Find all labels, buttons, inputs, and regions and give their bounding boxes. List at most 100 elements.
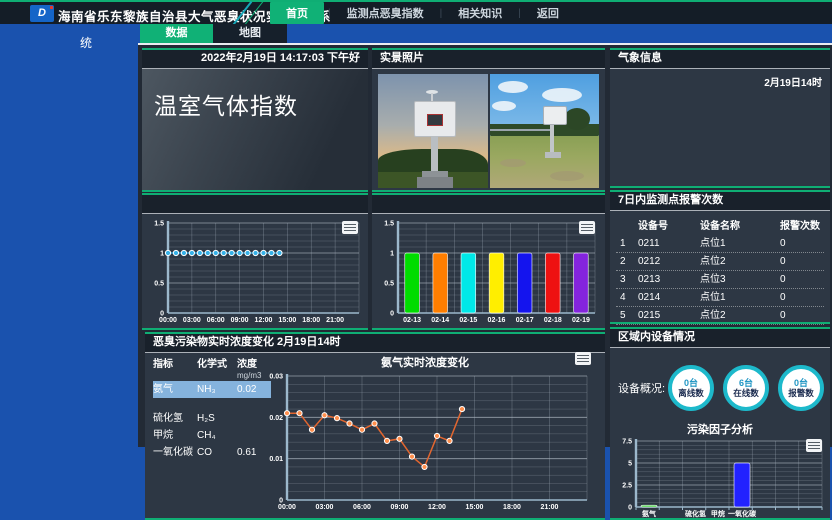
alarm-count-label: 报警数 <box>788 388 814 398</box>
svg-text:00:00: 00:00 <box>159 317 177 324</box>
svg-text:06:00: 06:00 <box>207 317 225 324</box>
svg-text:1: 1 <box>390 251 394 258</box>
weather-title: 气象信息 <box>610 50 830 69</box>
svg-text:0: 0 <box>390 311 394 318</box>
row-index: 2 <box>616 253 638 270</box>
svg-text:5: 5 <box>628 461 632 468</box>
tab-bar: 数据 地图 <box>138 24 832 43</box>
svg-text:7.5: 7.5 <box>622 439 632 446</box>
photo1-concrete-block <box>417 177 453 188</box>
devices-title: 区域内设备情况 <box>610 329 830 348</box>
pollutant-formula: H₂S <box>197 410 237 427</box>
svg-text:03:00: 03:00 <box>183 317 201 324</box>
unit-row: mg/m3 <box>153 371 271 381</box>
panel-weather: 气象信息 2月19日14时 <box>610 48 830 188</box>
left-sidebar: 统 <box>0 24 138 520</box>
pollutant-row[interactable]: 甲烷CH₄ <box>153 427 271 444</box>
panel-pollutants: 恶臭污染物实时浓度变化 2月19日14时 指标化学式浓度mg/m3氨气NH₃0.… <box>145 332 605 520</box>
nav-item-odor-index[interactable]: 监测点恶臭指数 <box>335 2 436 24</box>
photo-container <box>378 74 599 188</box>
svg-text:12:00: 12:00 <box>428 504 446 511</box>
device-name: 点位3 <box>700 271 780 288</box>
alarms-col-device-name: 设备名称 <box>700 218 780 235</box>
alarms-col-index <box>616 218 638 235</box>
chart-menu-icon[interactable] <box>342 221 358 234</box>
photo2-cloud <box>498 81 528 93</box>
device-id: 0211 <box>638 235 700 252</box>
weather-time: 2月19日14时 <box>764 74 822 89</box>
svg-text:02-13: 02-13 <box>403 317 421 324</box>
tab-data[interactable]: 数据 <box>140 24 213 43</box>
alarms-col-count: 报警次数 <box>780 218 820 235</box>
svg-text:09:00: 09:00 <box>391 504 409 511</box>
nav-separator: | <box>440 8 443 19</box>
svg-text:02-18: 02-18 <box>544 317 562 324</box>
online-count-circle: 6台 在线数 <box>723 365 769 411</box>
svg-text:0.01: 0.01 <box>269 456 283 463</box>
device-overview-label: 设备概况: <box>618 380 668 396</box>
pollution-factor-chart: 02.557.5氨气硫化氢甲烷一氧化碳 <box>612 437 828 520</box>
nav-separator: | <box>518 8 521 19</box>
nav-item-knowledge[interactable]: 相关知识 <box>446 2 514 24</box>
daily-chart-header <box>372 195 605 214</box>
svg-text:0.03: 0.03 <box>269 374 283 381</box>
alarm-table-row: 40214点位10 <box>616 289 824 307</box>
row-index: 5 <box>616 307 638 324</box>
device-id: 0213 <box>638 271 700 288</box>
pollutant-name: 一氧化碳 <box>153 444 197 461</box>
logo-red-dot <box>50 6 53 9</box>
svg-text:1.5: 1.5 <box>154 221 164 228</box>
svg-text:0.02: 0.02 <box>269 415 283 422</box>
alarm-table-row: 10211点位10 <box>616 235 824 253</box>
app-logo[interactable]: D <box>30 5 54 22</box>
device-name: 点位1 <box>700 289 780 306</box>
panel-devices: 区域内设备情况 设备概况: 0台 离线数 6台 在线数 0台 报警数 污染因子分… <box>610 327 830 520</box>
pollutants-header-row: 指标化学式浓度 <box>153 358 271 371</box>
nav-item-back[interactable]: 返回 <box>525 2 571 24</box>
hourly-odor-index-chart: 00.511.500:0003:0006:0009:0012:0015:0018… <box>144 215 366 334</box>
photo2-cloud <box>542 88 582 102</box>
svg-text:21:00: 21:00 <box>541 504 559 511</box>
photo2-fence <box>490 129 550 131</box>
svg-text:06:00: 06:00 <box>353 504 371 511</box>
svg-text:02-14: 02-14 <box>431 317 449 324</box>
pollutant-name: 硫化氢 <box>153 410 197 427</box>
tab-map[interactable]: 地图 <box>213 24 287 43</box>
svg-text:15:00: 15:00 <box>466 504 484 511</box>
chart-menu-icon[interactable] <box>575 352 591 365</box>
pollutant-row[interactable]: 一氧化碳CO0.61 <box>153 444 271 461</box>
pollutant-row[interactable]: 硫化氢H₂S <box>153 410 271 427</box>
device-overview-row: 设备概况: 0台 离线数 6台 在线数 0台 报警数 <box>618 359 824 417</box>
svg-text:甲烷: 甲烷 <box>711 509 725 518</box>
alarm-table-row: 50215点位20 <box>616 307 824 325</box>
daily-odor-index-chart: 00.511.502-1302-1402-1502-1602-1702-1802… <box>374 215 603 334</box>
svg-text:硫化氢: 硫化氢 <box>685 509 706 518</box>
panel-photos: 实景照片 <box>372 48 605 192</box>
svg-text:00:00: 00:00 <box>278 504 296 511</box>
svg-text:02-15: 02-15 <box>459 317 477 324</box>
hourly-chart-header <box>142 195 368 214</box>
sidebar-text: 统 <box>80 34 92 51</box>
svg-text:2.5: 2.5 <box>622 483 632 490</box>
col-formula: 化学式 <box>197 358 237 371</box>
site-photo-2 <box>490 74 600 188</box>
app-header: D 海南省乐东黎族自治县大气恶臭状况实时发布系 首页 | 监测点恶臭指数 | 相… <box>0 2 832 24</box>
online-count-label: 在线数 <box>733 388 759 398</box>
dashboard: D 海南省乐东黎族自治县大气恶臭状况实时发布系 首页 | 监测点恶臭指数 | 相… <box>0 0 832 520</box>
svg-text:21:00: 21:00 <box>326 317 344 324</box>
svg-text:09:00: 09:00 <box>231 317 249 324</box>
pollutant-row[interactable]: 氨气NH₃0.02 <box>153 381 271 398</box>
alarms-title: 7日内监测点报警次数 <box>610 192 830 211</box>
chart-menu-icon[interactable] <box>806 439 822 452</box>
photo2-device-box <box>543 106 567 125</box>
panel-daily-chart: 00.511.502-1302-1402-1502-1602-1702-1802… <box>372 193 605 330</box>
svg-text:氨气: 氨气 <box>642 509 656 518</box>
svg-text:0: 0 <box>628 505 632 512</box>
alarm-table-row: 30213点位30 <box>616 271 824 289</box>
alarms-header-row: 设备号设备名称报警次数 <box>616 218 824 235</box>
alarm-count-circle: 0台 报警数 <box>778 365 824 411</box>
chart-menu-icon[interactable] <box>579 221 595 234</box>
panel-greeting: 2022年2月19日 14:17:03 下午好 温室气体指数 <box>142 48 368 192</box>
pollutant-formula: CH₄ <box>197 427 237 444</box>
nav-item-home[interactable]: 首页 <box>270 2 324 24</box>
